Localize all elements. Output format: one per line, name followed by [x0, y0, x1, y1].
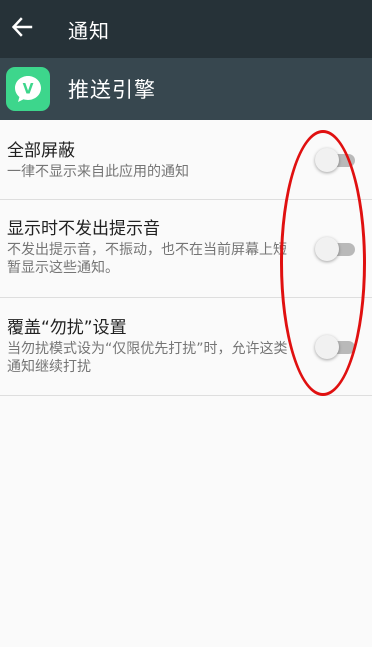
setting-override-dnd[interactable]: 覆盖“勿扰”设置 当勿扰模式设为“仅限优先打扰”时，允许这类通知继续打扰 [0, 298, 372, 396]
toolbar: 通知 [0, 0, 372, 58]
page-title: 通知 [68, 18, 110, 43]
setting-block-all[interactable]: 全部屏蔽 一律不显示来自此应用的通知 [0, 120, 372, 200]
toggle-thumb [315, 335, 339, 359]
settings-list: 全部屏蔽 一律不显示来自此应用的通知 显示时不发出提示音 不发出提示音，不振动，… [0, 120, 372, 396]
override-dnd-toggle[interactable] [315, 334, 357, 360]
block-all-toggle[interactable] [315, 147, 357, 173]
toggle-thumb [315, 237, 339, 261]
back-button[interactable] [2, 0, 42, 58]
notification-settings-screen: 通知 V 推送引擎 全部屏蔽 一律不显示来自此应用的通知 显示时不发出提示音 不… [0, 0, 372, 647]
setting-summary: 当勿扰模式设为“仅限优先打扰”时，允许这类通知继续打扰 [7, 341, 288, 375]
setting-summary: 一律不显示来自此应用的通知 [7, 164, 189, 180]
app-name: 推送引擎 [68, 78, 156, 102]
arrow-left-icon [11, 16, 33, 42]
setting-summary: 不发出提示音，不振动，也不在当前屏幕上短暂显示这些通知。 [7, 242, 287, 276]
app-v-logo-icon: V [6, 67, 50, 111]
setting-silent[interactable]: 显示时不发出提示音 不发出提示音，不振动，也不在当前屏幕上短暂显示这些通知。 [0, 200, 372, 298]
silent-toggle[interactable] [315, 236, 357, 262]
toggle-thumb [315, 148, 339, 172]
svg-text:V: V [23, 82, 34, 98]
app-header: V 推送引擎 [0, 58, 372, 120]
